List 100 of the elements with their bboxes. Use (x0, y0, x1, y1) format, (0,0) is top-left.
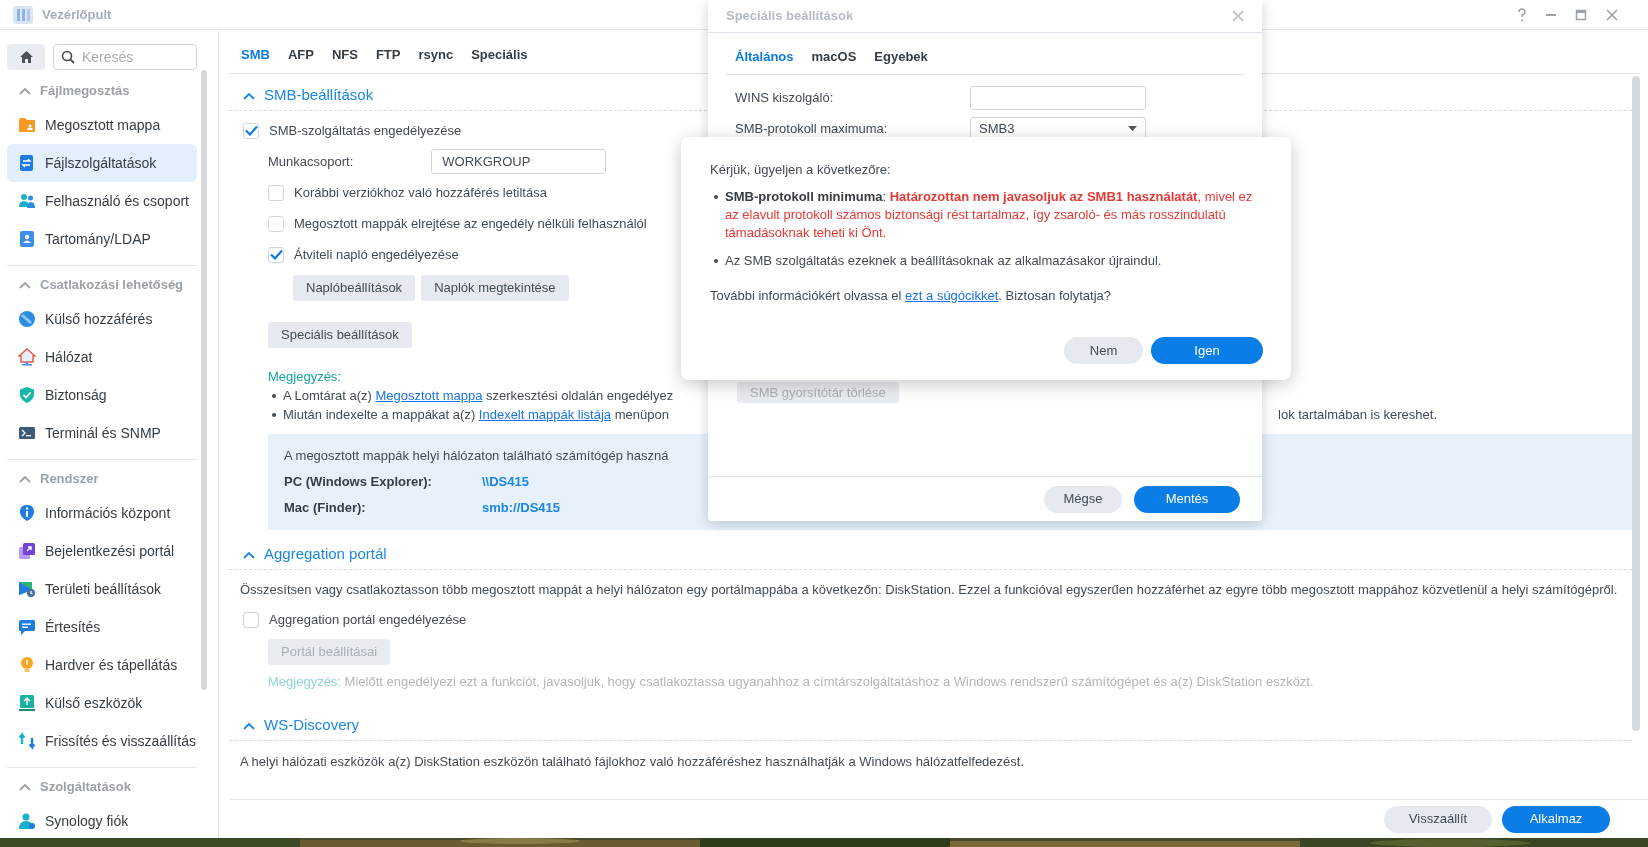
close-icon[interactable] (1232, 10, 1244, 22)
chevron-up-icon (19, 281, 31, 289)
button[interactable]: Alkalmaz (1502, 805, 1610, 833)
sidebar-item[interactable]: Területi beállítások (7, 570, 197, 608)
search-field[interactable]: Keresés (53, 44, 197, 70)
chevron-up-icon (19, 87, 31, 95)
sidebar-item[interactable]: Terminál és SNMP (7, 414, 197, 452)
map-icon (18, 580, 36, 598)
close-icon (1606, 8, 1618, 21)
checkbox-label: SMB-szolgáltatás engedélyezése (269, 121, 462, 140)
sidebar-item[interactable]: Értesítés (7, 608, 197, 646)
note-title: Megjegyzés: (267, 368, 342, 386)
button[interactable]: Naplóbeállítások (293, 275, 416, 301)
bullet-icon (272, 393, 276, 398)
help-icon (1517, 7, 1527, 22)
note-text: A Lomtárat a(z) Megosztott mappa szerkesztési oldalán engedélyez (283, 387, 674, 405)
button[interactable]: Igen (1151, 337, 1263, 364)
home-icon (18, 50, 34, 64)
tab[interactable]: NFS (322, 40, 367, 73)
input-field[interactable]: WORKGROUP (431, 149, 607, 174)
home-button[interactable] (7, 44, 45, 70)
checkbox[interactable] (243, 611, 259, 628)
user-icon (18, 812, 36, 830)
scrollbar[interactable] (201, 70, 207, 690)
tab[interactable]: macOS (802, 41, 866, 74)
note-text: Megjegyzés: Mielőtt engedélyezi ezt a funkciót, javasoljuk, hogy csatlakoztassa ugyanahhoz a címtárszolgáltatáshoz a Windows rendszerű számítógépet és a(z) DiskStation eszközt. (267, 673, 1315, 691)
tab[interactable]: Általános (726, 41, 803, 74)
section-header[interactable]: Aggregation portál (229, 540, 1632, 570)
field-label: WINS kiszolgáló: (735, 88, 835, 107)
info-text: A megosztott mappák helyi hálózaton található számítógép haszná (284, 447, 670, 465)
chat-icon (18, 618, 36, 636)
sidebar-item[interactable]: Fájlszolgáltatások (7, 144, 197, 182)
tab[interactable]: Speciális (462, 40, 537, 73)
field-value: \\DS415 (482, 473, 529, 491)
users-icon (18, 192, 36, 210)
checkbox-label: Átviteli napló engedélyezése (294, 245, 459, 264)
field-label: Munkacsoport: (268, 152, 354, 171)
chevron-up-icon (243, 91, 255, 100)
note-text: Miután indexelte a mappákat a(z) Indexelt mappák listája menüpon (283, 406, 669, 424)
tab[interactable]: FTP (366, 40, 410, 73)
link[interactable]: Indexelt mappák listája (478, 407, 612, 422)
section-header[interactable]: WS-Discovery (229, 711, 1632, 741)
button[interactable]: Speciális beállítások (268, 322, 412, 348)
info-icon (18, 504, 36, 522)
field-label: Mac (Finder): (284, 499, 367, 517)
sidebar-item[interactable]: Hálózat (7, 338, 197, 376)
note-text: lok tartalmában is kereshet. (1278, 406, 1437, 424)
tab[interactable]: SMB (232, 40, 279, 73)
checkbox[interactable] (243, 122, 259, 139)
bullet-icon (714, 259, 718, 263)
chevron-up-icon (19, 783, 31, 791)
portal-icon (18, 542, 36, 560)
help-text: További információkért olvassa el ezt a súgócikket. Biztosan folytatja? (710, 287, 1113, 305)
button[interactable]: Visszaállít (1384, 805, 1492, 833)
chevron-up-icon (243, 721, 255, 730)
chevron-up-icon (243, 550, 255, 559)
search-icon (61, 50, 75, 64)
maximize-icon (1575, 8, 1587, 21)
dialog-title: Speciális beállítások (726, 7, 854, 26)
button[interactable]: Mégse (1044, 485, 1122, 513)
scrollbar[interactable] (1632, 76, 1640, 731)
checkbox-label: Aggregation portál engedélyezése (269, 610, 467, 629)
link[interactable]: Megosztott mappa (375, 388, 483, 403)
sidebar-item[interactable]: Megosztott mappa (7, 106, 197, 144)
button[interactable]: Nem (1064, 337, 1143, 364)
window-title: Vezérlőpult (42, 5, 112, 24)
description-text: Összesítsen vagy csatlakoztasson több megosztott mappát a helyi hálózaton egy portálmappába a következőn: DiskStation. Ezzel a funkcióval egyszerűen hozzáférhet az egyre több megosztott mappához közvetlenül a helyi számítógépről. (239, 581, 1619, 599)
contact-card-icon (18, 230, 36, 248)
checkbox[interactable] (268, 184, 284, 201)
button[interactable]: Naplók megtekintése (421, 275, 569, 301)
checkbox[interactable] (268, 215, 284, 232)
description-text: A helyi hálózati eszközök a(z) DiskStation eszközön található fájlokhoz való hozzáféréshez használhatják a Windows hálózatfelfedezést. (239, 753, 1026, 771)
upload-icon (18, 694, 36, 712)
sidebar-item[interactable]: Külső hozzáférés (7, 300, 197, 338)
field-label: SMB-protokoll maximuma: (735, 119, 889, 138)
checkbox[interactable] (268, 246, 284, 263)
sidebar-item[interactable]: Külső eszközök (7, 684, 197, 722)
bulb-icon (18, 656, 36, 674)
sidebar-item[interactable]: Tartomány/LDAP (7, 220, 197, 258)
sync-icon (18, 732, 36, 750)
sidebar-item[interactable]: Információs központ (7, 494, 197, 532)
tab[interactable]: rsync (409, 40, 463, 73)
sidebar-item[interactable]: Biztonság (7, 376, 197, 414)
sidebar-item[interactable]: Bejelentkezési portál (7, 532, 197, 570)
sidebar-item[interactable]: Synology fiók (7, 802, 197, 838)
link-icon (18, 310, 36, 328)
sidebar-item[interactable]: Frissítés és visszaállítás (7, 722, 197, 760)
sidebar-item[interactable]: Hardver és tápellátás (7, 646, 197, 684)
tab[interactable]: AFP (278, 40, 323, 73)
file-transfer-icon (18, 154, 36, 172)
info-text: Az SMB szolgáltatás ezeknek a beállításoknak az alkalmazásakor újraindul. (725, 252, 1162, 270)
button[interactable]: Mentés (1134, 485, 1240, 513)
folder-icon (18, 116, 36, 134)
field-label: PC (Windows Explorer): (284, 473, 433, 491)
checkbox-label: Korábbi verziókhoz való hozzáférés letiltása (294, 183, 547, 202)
input-field[interactable] (970, 85, 1146, 110)
field-value: smb://DS415 (482, 499, 561, 517)
sidebar-item[interactable]: Felhasználó és csoport (7, 182, 197, 220)
chevron-up-icon (19, 475, 31, 483)
tab[interactable]: Egyebek (865, 41, 937, 74)
